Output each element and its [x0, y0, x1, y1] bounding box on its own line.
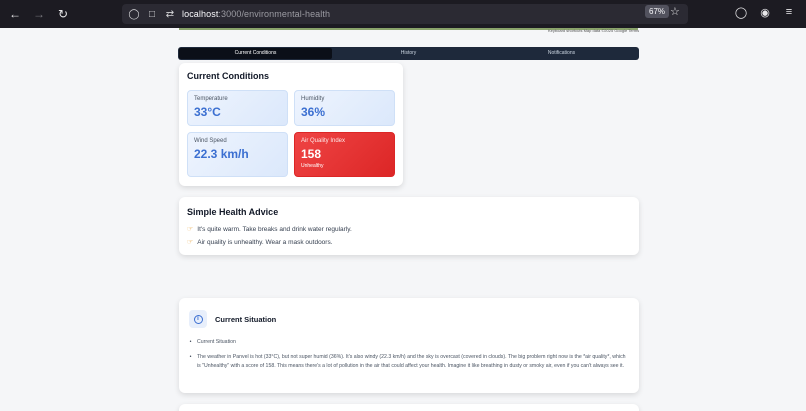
account-icon[interactable]: ◉ — [758, 6, 772, 19]
page-content: Keyboard shortcuts Map data ©2025 Google… — [0, 28, 806, 411]
current-conditions-card: Current Conditions Temperature 33°C Humi… — [179, 63, 403, 186]
info-icon: i — [189, 310, 207, 328]
temperature-tile: Temperature 33°C — [187, 90, 288, 126]
bullet-icon: • — [189, 354, 192, 360]
permissions-icon[interactable]: ⇄ — [164, 9, 176, 20]
humidity-label: Humidity — [301, 96, 325, 102]
wind-label: Wind Speed — [194, 138, 227, 144]
tab-history[interactable]: History — [332, 48, 485, 59]
url-host: localhost — [182, 9, 219, 19]
pointing-hand-icon: ☞ — [187, 239, 194, 246]
health-advice-card: Simple Health Advice ☞ It's quite warm. … — [179, 197, 639, 255]
situation-item: • The weather in Panvel is hot (33°C), b… — [189, 353, 629, 371]
situation-header: i Current Situation — [189, 310, 629, 328]
tab-notifications[interactable]: Notifications — [485, 48, 638, 59]
conditions-title: Current Conditions — [187, 71, 269, 81]
situation-item: • Current Situation — [189, 338, 629, 347]
wind-value: 22.3 km/h — [194, 147, 249, 161]
url-path: :3000/environmental-health — [218, 9, 331, 19]
current-situation-card: i Current Situation • Current Situation … — [179, 298, 639, 393]
temperature-label: Temperature — [194, 96, 228, 102]
address-bar[interactable]: ◯ □ ⇄ localhost:3000/environmental-healt… — [122, 4, 688, 24]
browser-toolbar: ← → ↻ ◯ □ ⇄ localhost:3000/environmental… — [0, 0, 806, 28]
situation-title: Current Situation — [215, 314, 277, 324]
situation-text: The weather in Panvel is hot (33°C), but… — [197, 354, 626, 369]
zoom-level[interactable]: 67% — [645, 5, 670, 18]
advice-item: ☞ Air quality is unhealthy. Wear a mask … — [187, 238, 631, 247]
aqi-tile: Air Quality Index 158 Unhealthy — [294, 132, 395, 177]
aqi-value: 158 — [301, 147, 322, 161]
tab-current-conditions[interactable]: Current Conditions — [179, 48, 332, 59]
forward-icon[interactable]: → — [32, 7, 46, 21]
situation-list: • Current Situation • The weather in Pan… — [189, 338, 629, 371]
wind-tile: Wind Speed 22.3 km/h — [187, 132, 288, 177]
aqi-status: Unhealthy — [301, 163, 324, 169]
bookmark-star-icon[interactable]: ☆ — [670, 5, 680, 18]
pointing-hand-icon: ☞ — [187, 226, 194, 233]
advice-title: Simple Health Advice — [187, 207, 279, 217]
conditions-grid: Temperature 33°C Humidity 36% Wind Speed… — [187, 90, 395, 177]
page-icon[interactable]: □ — [146, 9, 158, 20]
back-icon[interactable]: ← — [8, 7, 22, 21]
map-attribution: Keyboard shortcuts Map data ©2025 Google… — [548, 28, 640, 33]
shield-icon[interactable]: ◯ — [128, 9, 140, 20]
aqi-label: Air Quality Index — [301, 138, 346, 144]
url-text[interactable]: localhost:3000/environmental-health — [182, 9, 330, 19]
temperature-value: 33°C — [194, 105, 221, 119]
advice-list: ☞ It's quite warm. Take breaks and drink… — [187, 225, 631, 247]
reload-icon[interactable]: ↻ — [56, 7, 70, 21]
pocket-icon[interactable]: ◯ — [734, 6, 748, 19]
nav-buttons: ← → ↻ — [0, 7, 120, 21]
advice-text: It's quite warm. Take breaks and drink w… — [197, 225, 352, 233]
toolbar-right: ◯ ◉ ≡ — [734, 6, 796, 19]
advice-item: ☞ It's quite warm. Take breaks and drink… — [187, 225, 631, 234]
situation-text: Current Situation — [197, 339, 236, 345]
humidity-tile: Humidity 36% — [294, 90, 395, 126]
menu-icon[interactable]: ≡ — [782, 6, 796, 19]
advice-text: Air quality is unhealthy. Wear a mask ou… — [197, 238, 333, 246]
next-card — [179, 404, 639, 411]
tab-bar: Current Conditions History Notifications — [178, 47, 639, 60]
bullet-icon: • — [189, 339, 192, 345]
humidity-value: 36% — [301, 105, 326, 119]
